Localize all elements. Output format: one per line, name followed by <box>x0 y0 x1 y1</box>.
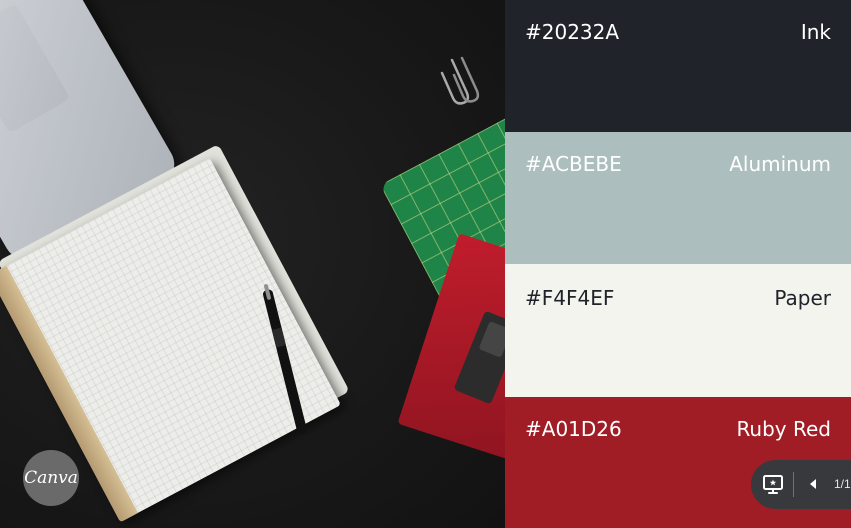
swatch-hex: #F4F4EF <box>525 286 615 310</box>
color-palette: #20232A Ink #ACBEBE Aluminum #F4F4EF Pap… <box>505 0 851 528</box>
paperclip-image <box>440 56 480 105</box>
caret-left-icon[interactable] <box>803 474 823 494</box>
swatch-name: Paper <box>774 286 831 310</box>
swatch-paper: #F4F4EF Paper <box>505 264 851 397</box>
laptop-trackpad <box>0 3 71 134</box>
swatch-aluminum: #ACBEBE Aluminum <box>505 132 851 264</box>
controls-divider <box>793 472 794 497</box>
presenter-controls: 1/1 <box>751 460 851 509</box>
palette-slide: Canva #20232A Ink #ACBEBE Aluminum #F4F4… <box>0 0 851 528</box>
page-indicator: 1/1 <box>834 477 851 491</box>
swatch-ink: #20232A Ink <box>505 0 851 132</box>
swatch-name: Ink <box>800 20 831 44</box>
swatch-hex: #20232A <box>525 20 620 44</box>
swatch-name: Aluminum <box>729 152 831 176</box>
present-screen-icon[interactable] <box>761 472 785 496</box>
swatch-hex: #ACBEBE <box>525 152 622 176</box>
marker-cap <box>478 321 505 358</box>
swatch-hex: #A01D26 <box>525 417 622 441</box>
desk-photo: Canva <box>0 0 505 528</box>
canva-logo-badge[interactable]: Canva <box>23 450 79 506</box>
swatch-name: Ruby Red <box>736 417 831 441</box>
